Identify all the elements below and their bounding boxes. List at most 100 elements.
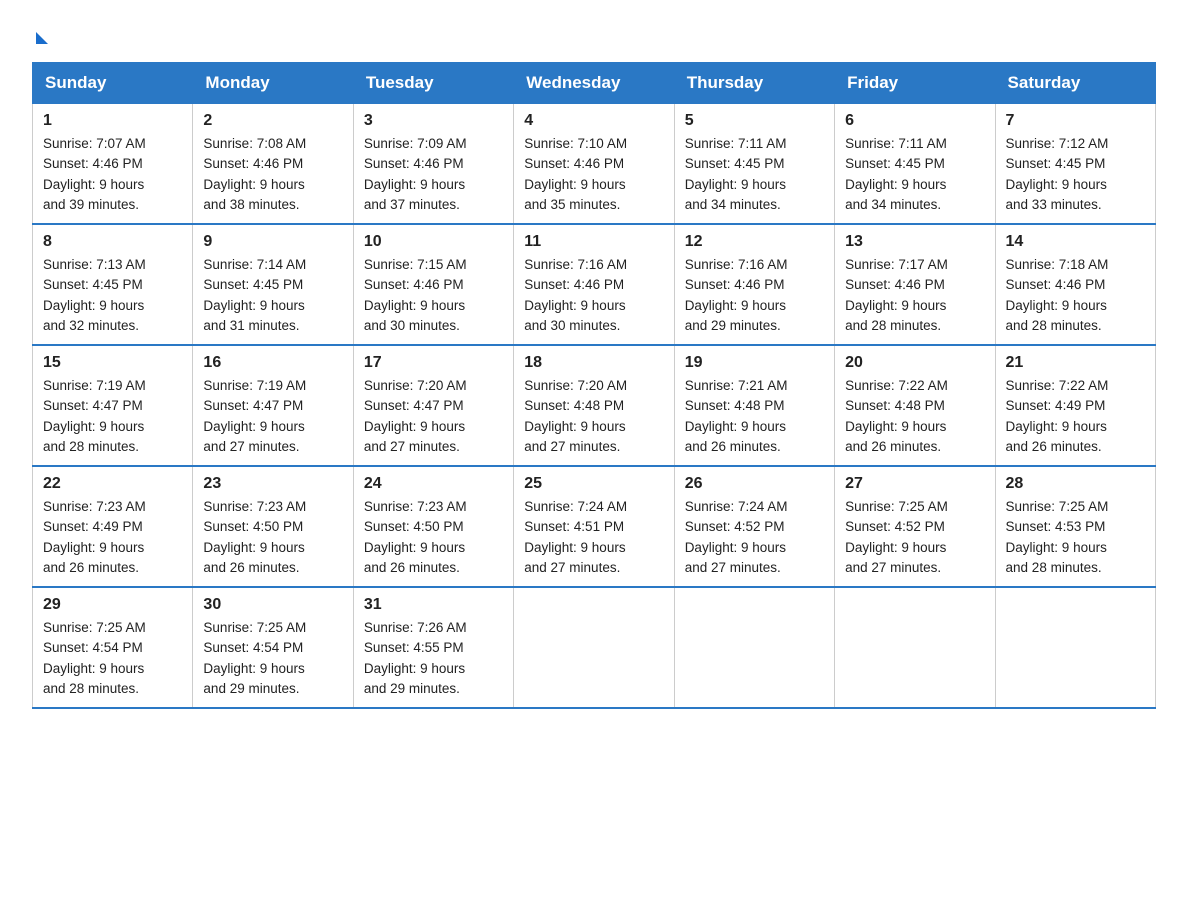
day-number: 3 xyxy=(364,112,503,130)
day-number: 20 xyxy=(845,354,984,372)
day-number: 9 xyxy=(203,233,342,251)
day-info: Sunrise: 7:25 AMSunset: 4:54 PMDaylight:… xyxy=(43,618,182,699)
calendar-week-row: 1 Sunrise: 7:07 AMSunset: 4:46 PMDaylight… xyxy=(33,104,1156,225)
day-info: Sunrise: 7:22 AMSunset: 4:49 PMDaylight:… xyxy=(1006,376,1145,457)
calendar-day-cell xyxy=(674,587,834,708)
day-info: Sunrise: 7:20 AMSunset: 4:47 PMDaylight:… xyxy=(364,376,503,457)
day-number: 24 xyxy=(364,475,503,493)
day-info: Sunrise: 7:16 AMSunset: 4:46 PMDaylight:… xyxy=(685,255,824,336)
day-number: 26 xyxy=(685,475,824,493)
day-number: 12 xyxy=(685,233,824,251)
calendar-day-cell: 21 Sunrise: 7:22 AMSunset: 4:49 PMDayligh… xyxy=(995,345,1155,466)
day-number: 11 xyxy=(524,233,663,251)
calendar-day-cell: 2 Sunrise: 7:08 AMSunset: 4:46 PMDaylight… xyxy=(193,104,353,225)
day-number: 4 xyxy=(524,112,663,130)
calendar-day-cell: 22Sunrise: 7:23 AMSunset: 4:49 PMDayligh… xyxy=(33,466,193,587)
day-info: Sunrise: 7:17 AMSunset: 4:46 PMDaylight:… xyxy=(845,255,984,336)
calendar-day-cell: 24 Sunrise: 7:23 AMSunset: 4:50 PMDayligh… xyxy=(353,466,513,587)
calendar-day-cell: 3 Sunrise: 7:09 AMSunset: 4:46 PMDaylight… xyxy=(353,104,513,225)
day-info: Sunrise: 7:07 AMSunset: 4:46 PMDaylight:… xyxy=(43,134,182,215)
day-number: 31 xyxy=(364,596,503,614)
day-number: 6 xyxy=(845,112,984,130)
calendar-day-cell xyxy=(995,587,1155,708)
day-info: Sunrise: 7:25 AMSunset: 4:53 PMDaylight:… xyxy=(1006,497,1145,578)
calendar-table: SundayMondayTuesdayWednesdayThursdayFrid… xyxy=(32,62,1156,709)
calendar-day-cell: 20 Sunrise: 7:22 AMSunset: 4:48 PMDayligh… xyxy=(835,345,995,466)
day-info: Sunrise: 7:14 AMSunset: 4:45 PMDaylight:… xyxy=(203,255,342,336)
day-info: Sunrise: 7:11 AMSunset: 4:45 PMDaylight:… xyxy=(845,134,984,215)
calendar-day-cell: 5Sunrise: 7:11 AMSunset: 4:45 PMDaylight… xyxy=(674,104,834,225)
day-number: 27 xyxy=(845,475,984,493)
day-info: Sunrise: 7:08 AMSunset: 4:46 PMDaylight:… xyxy=(203,134,342,215)
calendar-day-cell: 1 Sunrise: 7:07 AMSunset: 4:46 PMDaylight… xyxy=(33,104,193,225)
day-number: 5 xyxy=(685,112,824,130)
calendar-day-cell: 25Sunrise: 7:24 AMSunset: 4:51 PMDayligh… xyxy=(514,466,674,587)
calendar-day-cell: 15 Sunrise: 7:19 AMSunset: 4:47 PMDayligh… xyxy=(33,345,193,466)
day-info: Sunrise: 7:23 AMSunset: 4:50 PMDaylight:… xyxy=(203,497,342,578)
day-number: 28 xyxy=(1006,475,1145,493)
day-info: Sunrise: 7:13 AMSunset: 4:45 PMDaylight:… xyxy=(43,255,182,336)
calendar-day-cell: 7 Sunrise: 7:12 AMSunset: 4:45 PMDaylight… xyxy=(995,104,1155,225)
day-number: 18 xyxy=(524,354,663,372)
day-info: Sunrise: 7:09 AMSunset: 4:46 PMDaylight:… xyxy=(364,134,503,215)
day-info: Sunrise: 7:26 AMSunset: 4:55 PMDaylight:… xyxy=(364,618,503,699)
calendar-day-cell: 19Sunrise: 7:21 AMSunset: 4:48 PMDayligh… xyxy=(674,345,834,466)
day-info: Sunrise: 7:19 AMSunset: 4:47 PMDaylight:… xyxy=(43,376,182,457)
day-number: 14 xyxy=(1006,233,1145,251)
calendar-day-cell: 17 Sunrise: 7:20 AMSunset: 4:47 PMDayligh… xyxy=(353,345,513,466)
day-number: 21 xyxy=(1006,354,1145,372)
day-number: 23 xyxy=(203,475,342,493)
calendar-day-cell: 4 Sunrise: 7:10 AMSunset: 4:46 PMDaylight… xyxy=(514,104,674,225)
day-info: Sunrise: 7:24 AMSunset: 4:51 PMDaylight:… xyxy=(524,497,663,578)
calendar-day-cell: 16 Sunrise: 7:19 AMSunset: 4:47 PMDayligh… xyxy=(193,345,353,466)
calendar-week-row: 22Sunrise: 7:23 AMSunset: 4:49 PMDayligh… xyxy=(33,466,1156,587)
day-info: Sunrise: 7:12 AMSunset: 4:45 PMDaylight:… xyxy=(1006,134,1145,215)
day-info: Sunrise: 7:15 AMSunset: 4:46 PMDaylight:… xyxy=(364,255,503,336)
calendar-day-cell: 12 Sunrise: 7:16 AMSunset: 4:46 PMDayligh… xyxy=(674,224,834,345)
day-info: Sunrise: 7:25 AMSunset: 4:54 PMDaylight:… xyxy=(203,618,342,699)
calendar-day-cell: 26 Sunrise: 7:24 AMSunset: 4:52 PMDayligh… xyxy=(674,466,834,587)
day-number: 17 xyxy=(364,354,503,372)
day-info: Sunrise: 7:24 AMSunset: 4:52 PMDaylight:… xyxy=(685,497,824,578)
calendar-week-row: 29 Sunrise: 7:25 AMSunset: 4:54 PMDayligh… xyxy=(33,587,1156,708)
header-saturday: Saturday xyxy=(995,63,1155,104)
day-info: Sunrise: 7:19 AMSunset: 4:47 PMDaylight:… xyxy=(203,376,342,457)
calendar-day-cell: 14Sunrise: 7:18 AMSunset: 4:46 PMDayligh… xyxy=(995,224,1155,345)
day-info: Sunrise: 7:25 AMSunset: 4:52 PMDaylight:… xyxy=(845,497,984,578)
day-number: 7 xyxy=(1006,112,1145,130)
day-number: 16 xyxy=(203,354,342,372)
calendar-day-cell xyxy=(514,587,674,708)
calendar-day-cell: 18 Sunrise: 7:20 AMSunset: 4:48 PMDayligh… xyxy=(514,345,674,466)
day-number: 29 xyxy=(43,596,182,614)
calendar-day-cell: 27 Sunrise: 7:25 AMSunset: 4:52 PMDayligh… xyxy=(835,466,995,587)
day-info: Sunrise: 7:23 AMSunset: 4:49 PMDaylight:… xyxy=(43,497,182,578)
calendar-day-cell: 30 Sunrise: 7:25 AMSunset: 4:54 PMDayligh… xyxy=(193,587,353,708)
header-friday: Friday xyxy=(835,63,995,104)
calendar-day-cell: 23 Sunrise: 7:23 AMSunset: 4:50 PMDayligh… xyxy=(193,466,353,587)
day-number: 2 xyxy=(203,112,342,130)
day-number: 1 xyxy=(43,112,182,130)
day-number: 15 xyxy=(43,354,182,372)
calendar-week-row: 8Sunrise: 7:13 AMSunset: 4:45 PMDaylight… xyxy=(33,224,1156,345)
day-number: 30 xyxy=(203,596,342,614)
day-info: Sunrise: 7:23 AMSunset: 4:50 PMDaylight:… xyxy=(364,497,503,578)
page-header xyxy=(32,24,1156,46)
calendar-header-row: SundayMondayTuesdayWednesdayThursdayFrid… xyxy=(33,63,1156,104)
day-info: Sunrise: 7:16 AMSunset: 4:46 PMDaylight:… xyxy=(524,255,663,336)
calendar-day-cell: 6 Sunrise: 7:11 AMSunset: 4:45 PMDaylight… xyxy=(835,104,995,225)
header-sunday: Sunday xyxy=(33,63,193,104)
day-number: 10 xyxy=(364,233,503,251)
day-info: Sunrise: 7:22 AMSunset: 4:48 PMDaylight:… xyxy=(845,376,984,457)
day-number: 13 xyxy=(845,233,984,251)
logo-triangle-icon xyxy=(36,32,48,44)
logo xyxy=(32,32,48,46)
day-info: Sunrise: 7:10 AMSunset: 4:46 PMDaylight:… xyxy=(524,134,663,215)
calendar-day-cell: 9 Sunrise: 7:14 AMSunset: 4:45 PMDaylight… xyxy=(193,224,353,345)
day-number: 19 xyxy=(685,354,824,372)
header-wednesday: Wednesday xyxy=(514,63,674,104)
calendar-day-cell: 8Sunrise: 7:13 AMSunset: 4:45 PMDaylight… xyxy=(33,224,193,345)
day-info: Sunrise: 7:20 AMSunset: 4:48 PMDaylight:… xyxy=(524,376,663,457)
calendar-week-row: 15 Sunrise: 7:19 AMSunset: 4:47 PMDayligh… xyxy=(33,345,1156,466)
header-thursday: Thursday xyxy=(674,63,834,104)
calendar-day-cell: 31 Sunrise: 7:26 AMSunset: 4:55 PMDayligh… xyxy=(353,587,513,708)
